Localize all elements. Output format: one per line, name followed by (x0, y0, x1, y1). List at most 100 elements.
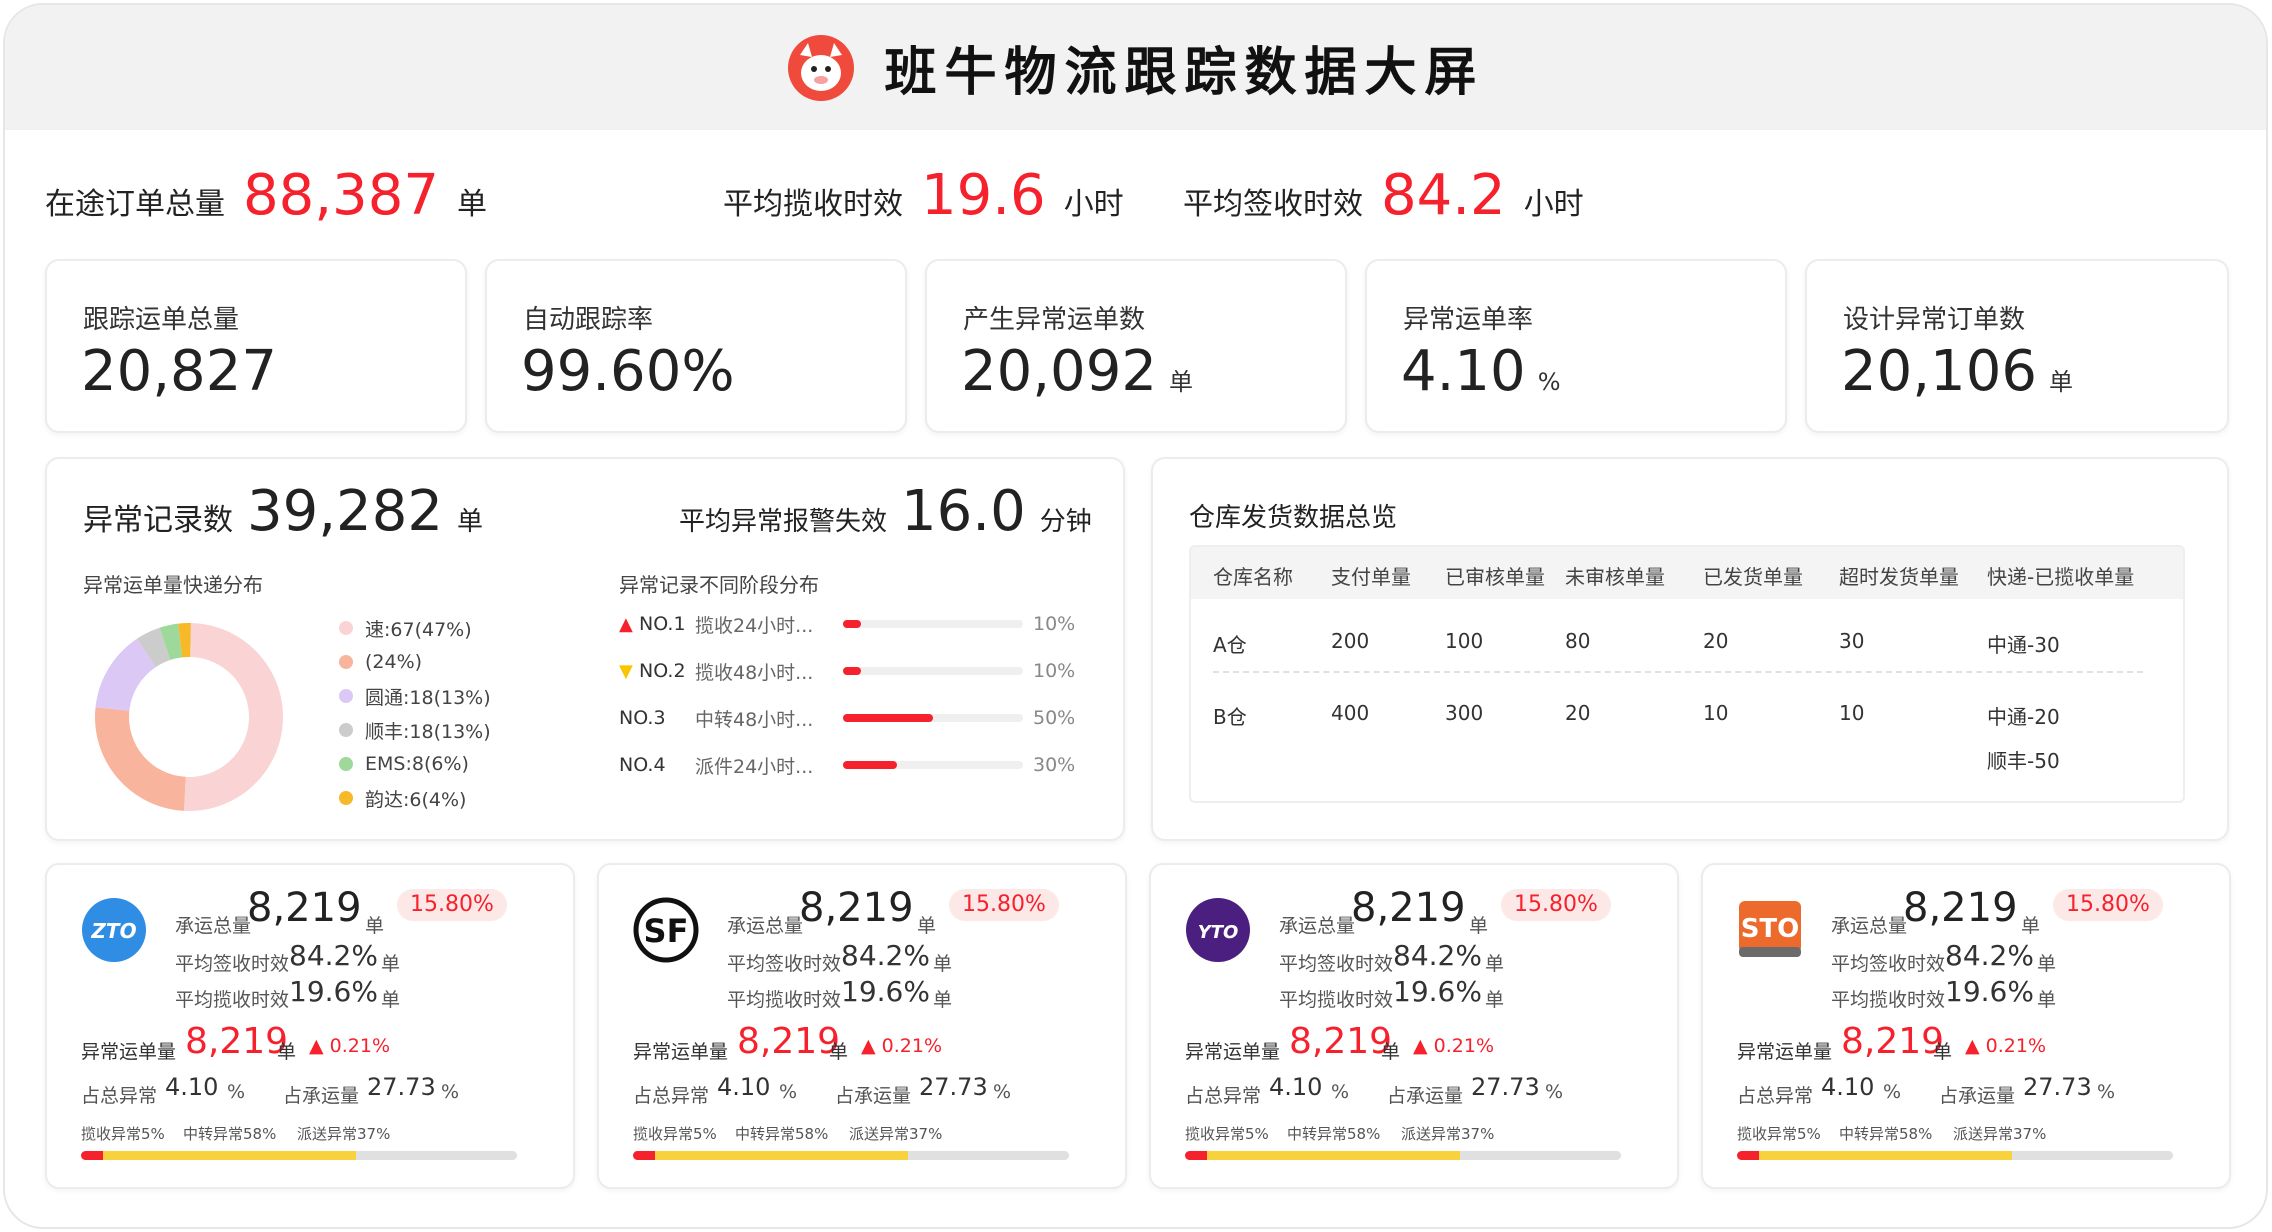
abnormal-volume-value: 8,219 (185, 1021, 289, 1062)
share-volume-label: 占承运量 (283, 1085, 360, 1107)
abnormal-volume-unit: 单 (1381, 1041, 1401, 1063)
stage-progress-fill (843, 761, 897, 769)
stage-rank: NO.2 (639, 660, 686, 682)
warehouse-table: 仓库名称 支付单量 已审核单量 未审核单量 已发货单量 超时发货单量 快递-已揽收单量 A仓… (1189, 545, 2185, 803)
zto-logo-icon: ZTO (81, 897, 147, 963)
stage-progress-track (843, 620, 1023, 628)
seg-delivery-label: 派送异常37% (1953, 1125, 2047, 1143)
volume-label: 承运总量 (727, 915, 804, 937)
legend-swatch (339, 655, 353, 669)
seg-transit-label: 中转异常58% (1287, 1125, 1381, 1143)
share-volume-unit: % (441, 1081, 460, 1103)
pickup-time-unit: 单 (933, 989, 953, 1011)
stage-rank: NO.4 (619, 754, 666, 776)
segment-fill (1758, 1151, 2012, 1160)
carrier-card: STO 承运总量 8,219 单 15.80% 平均签收时效 84.2% 单 平… (1701, 863, 2231, 1189)
warehouse-title: 仓库发货数据总览 (1189, 503, 1398, 533)
share-volume-label: 占承运量 (1387, 1085, 1464, 1107)
abnormal-trend-up-icon: ▲ 0.21% (309, 1035, 391, 1057)
carrier-card: YTO 承运总量 8,219 单 15.80% 平均签收时效 84.2% 单 平… (1149, 863, 1679, 1189)
warehouse-panel: 仓库发货数据总览 仓库名称 支付单量 已审核单量 未审核单量 已发货单量 超时发货单量 快递… (1151, 457, 2229, 841)
stage-desc: 中转48小时... (695, 708, 814, 731)
summary-in-transit: 在途订单总量 88,387 单 (45, 163, 487, 228)
stage-percent: 10% (1033, 660, 1076, 682)
volume-share-badge: 15.80% (397, 889, 507, 921)
share-total-value: 4.10 (1821, 1073, 1875, 1101)
legend-item: 韵达:6(4%) (339, 781, 491, 815)
kpi-value: 20,092 单 (961, 339, 1193, 404)
kpi-value: 99.60% (521, 339, 735, 404)
legend-swatch (339, 791, 353, 805)
pickup-time-label: 平均揽收时效 (1831, 989, 1946, 1011)
alert-latency-unit: 分钟 (1039, 507, 1092, 537)
volume-value: 8,219 (1351, 885, 1466, 931)
exception-count: 异常记录数 39,282 单 (83, 479, 483, 544)
sign-time-unit: 单 (2037, 953, 2057, 975)
volume-label: 承运总量 (1831, 915, 1908, 937)
pickup-time-value: 19.6% (1945, 975, 2034, 1008)
seg-transit-label: 中转异常58% (1839, 1125, 1933, 1143)
yto-logo-icon: YTO (1185, 897, 1251, 963)
legend-swatch (339, 689, 353, 703)
pickup-time-unit: 单 (2037, 989, 2057, 1011)
table-header-cell: 仓库名称 (1213, 565, 1293, 589)
table-header-cell: 快递-已揽收单量 (1987, 565, 2135, 589)
table-cell-express: 中通-30 (1987, 633, 2060, 657)
stage-desc: 派件24小时... (695, 755, 814, 778)
donut-slice (94, 707, 186, 811)
exceptions-panel: 异常记录数 39,282 单 平均异常报警失效 16.0 分钟 异常运单量快递分… (45, 457, 1125, 841)
kpi-card-abnormal-orders: 设计异常订单数 20,106 单 (1805, 259, 2229, 433)
sign-time-unit: 单 (933, 953, 953, 975)
abnormal-volume-label: 异常运单量 (81, 1041, 177, 1063)
abnormal-volume-label: 异常运单量 (633, 1041, 729, 1063)
table-header-cell: 已发货单量 (1703, 565, 1803, 589)
segment-fill (81, 1151, 103, 1160)
pickup-time-unit: 单 (381, 989, 401, 1011)
share-total-label: 占总异常 (633, 1085, 710, 1107)
sign-time-value: 84.2% (1393, 939, 1482, 972)
segment-fill (1185, 1151, 1207, 1160)
abnormal-volume-value: 8,219 (737, 1021, 841, 1062)
stage-percent: 50% (1033, 707, 1076, 729)
sign-time-label: 平均签收时效 (727, 953, 842, 975)
volume-unit: 单 (1469, 915, 1489, 937)
pickup-time-value: 19.6% (289, 975, 378, 1008)
stage-progress-fill (843, 667, 861, 675)
volume-value: 8,219 (799, 885, 914, 931)
seg-delivery-label: 派送异常37% (849, 1125, 943, 1143)
stage-progress-track (843, 714, 1023, 722)
abnormal-segment-bar (633, 1151, 1069, 1160)
seg-pickup-label: 揽收异常5% (1737, 1125, 1821, 1143)
segment-fill (633, 1151, 655, 1160)
table-cell-express: 顺丰-50 (1987, 749, 2060, 773)
alert-latency-label: 平均异常报警失效 (679, 507, 888, 537)
table-cell: B仓 (1213, 705, 1247, 729)
summary-sign-time: 平均签收时效 84.2 小时 (1183, 163, 1584, 228)
segment-fill (1206, 1151, 1460, 1160)
pickup-time-value: 19.6% (841, 975, 930, 1008)
stage-desc: 揽收24小时... (695, 614, 814, 637)
legend-item: (24%) (339, 645, 491, 679)
sign-time-unit: 单 (381, 953, 401, 975)
distribution-title: 异常运单量快递分布 (83, 573, 263, 597)
share-total-label: 占总异常 (81, 1085, 158, 1107)
abnormal-volume-label: 异常运单量 (1737, 1041, 1833, 1063)
svg-text:SF: SF (644, 912, 689, 950)
table-cell: 400 (1331, 701, 1370, 725)
segment-fill (2011, 1151, 2173, 1160)
seg-delivery-label: 派送异常37% (1401, 1125, 1495, 1143)
volume-label: 承运总量 (1279, 915, 1356, 937)
legend-swatch (339, 723, 353, 737)
exception-count-label: 异常记录数 (83, 503, 233, 538)
kpi-label: 产生异常运单数 (963, 305, 1146, 335)
table-header-cell: 支付单量 (1331, 565, 1411, 589)
volume-value: 8,219 (1903, 885, 2018, 931)
sign-time-value: 84.2% (289, 939, 378, 972)
segment-fill (355, 1151, 517, 1160)
table-cell: 30 (1839, 629, 1865, 653)
stage-row: NO.4 派件24小时... 30% (619, 750, 1083, 780)
alert-latency-value: 16.0 (901, 479, 1026, 544)
svg-text:STO: STO (1741, 914, 1800, 944)
summary-label: 平均揽收时效 (723, 187, 903, 222)
abnormal-trend-up-icon: ▲ 0.21% (1965, 1035, 2047, 1057)
